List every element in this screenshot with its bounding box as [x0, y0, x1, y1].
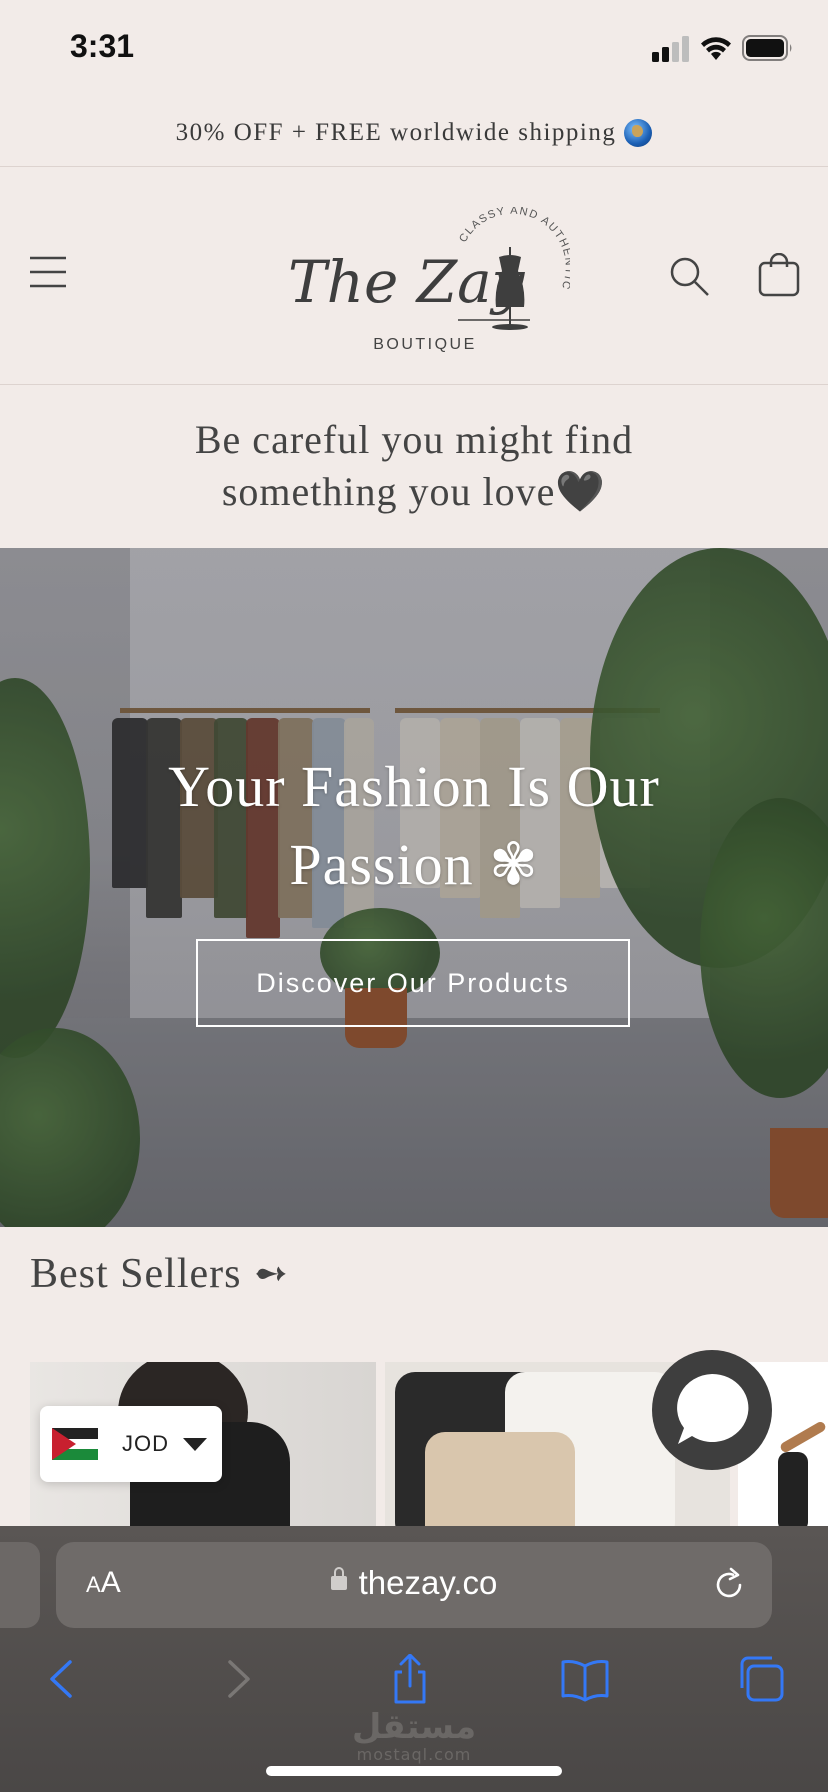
- chevron-down-icon: [183, 1437, 207, 1451]
- url-text: thezay.co: [358, 1564, 498, 1601]
- discover-products-button[interactable]: Discover Our Products: [196, 939, 630, 1027]
- tagline-text: Be careful you might find something you …: [194, 417, 634, 514]
- status-time: 3:31: [70, 28, 135, 64]
- home-indicator: [266, 1766, 562, 1776]
- svg-text:The Zay: The Zay: [288, 248, 526, 316]
- announcement-bar: 30% OFF + FREE worldwide shipping: [0, 100, 828, 167]
- forward-icon[interactable]: [212, 1654, 262, 1704]
- hero-title: Your Fashion Is Our Passion ✾: [168, 754, 660, 897]
- address-bar[interactable]: AA thezay.co: [56, 1542, 772, 1628]
- watermark: مستقل mostaql.com: [0, 1709, 828, 1764]
- product-image: [778, 1452, 808, 1526]
- browser-toolbar: AA thezay.co مستقل mostaql.com: [0, 1526, 828, 1792]
- logo-mark: CLASSY AND AUTHENTIC The Zay BOUTIQUE: [288, 205, 573, 353]
- globe-icon: [624, 119, 653, 147]
- back-icon[interactable]: [38, 1654, 88, 1704]
- jordan-flag-icon: [52, 1428, 98, 1460]
- search-icon[interactable]: [668, 255, 710, 297]
- watermark-latin: mostaql.com: [356, 1745, 472, 1764]
- site-header: CLASSY AND AUTHENTIC The Zay BOUTIQUE: [0, 167, 828, 385]
- battery-icon: [742, 35, 792, 61]
- lock-icon: [330, 1567, 347, 1591]
- chat-icon: [677, 1373, 749, 1444]
- bookmarks-icon[interactable]: [560, 1654, 610, 1704]
- share-icon[interactable]: [385, 1654, 435, 1704]
- status-bar: 3:31: [0, 0, 828, 100]
- menu-icon[interactable]: [28, 255, 68, 289]
- hero-banner: Your Fashion Is Our Passion ✾ Discover O…: [0, 548, 828, 1227]
- svg-text:BOUTIQUE: BOUTIQUE: [373, 336, 477, 352]
- currency-code: JOD: [122, 1431, 169, 1456]
- cellular-signal-icon: [652, 36, 689, 62]
- chat-button[interactable]: [652, 1350, 772, 1470]
- product-image: [778, 1420, 828, 1454]
- tagline-banner: Be careful you might find something you …: [0, 385, 828, 547]
- tabs-icon[interactable]: [736, 1654, 786, 1704]
- reload-icon[interactable]: [710, 1566, 748, 1604]
- announcement-text: 30% OFF + FREE worldwide shipping: [175, 119, 617, 146]
- cart-icon[interactable]: [758, 253, 800, 297]
- wifi-icon: [701, 37, 731, 60]
- best-sellers-heading[interactable]: Best Sellers ➻: [30, 1248, 289, 1298]
- url-display[interactable]: thezay.co: [56, 1564, 772, 1602]
- site-logo[interactable]: CLASSY AND AUTHENTIC The Zay BOUTIQUE: [280, 205, 573, 353]
- watermark-arabic: مستقل: [351, 1707, 477, 1747]
- previous-tab-peek[interactable]: [0, 1542, 40, 1628]
- currency-selector[interactable]: JOD: [40, 1406, 222, 1482]
- product-image: [425, 1432, 575, 1526]
